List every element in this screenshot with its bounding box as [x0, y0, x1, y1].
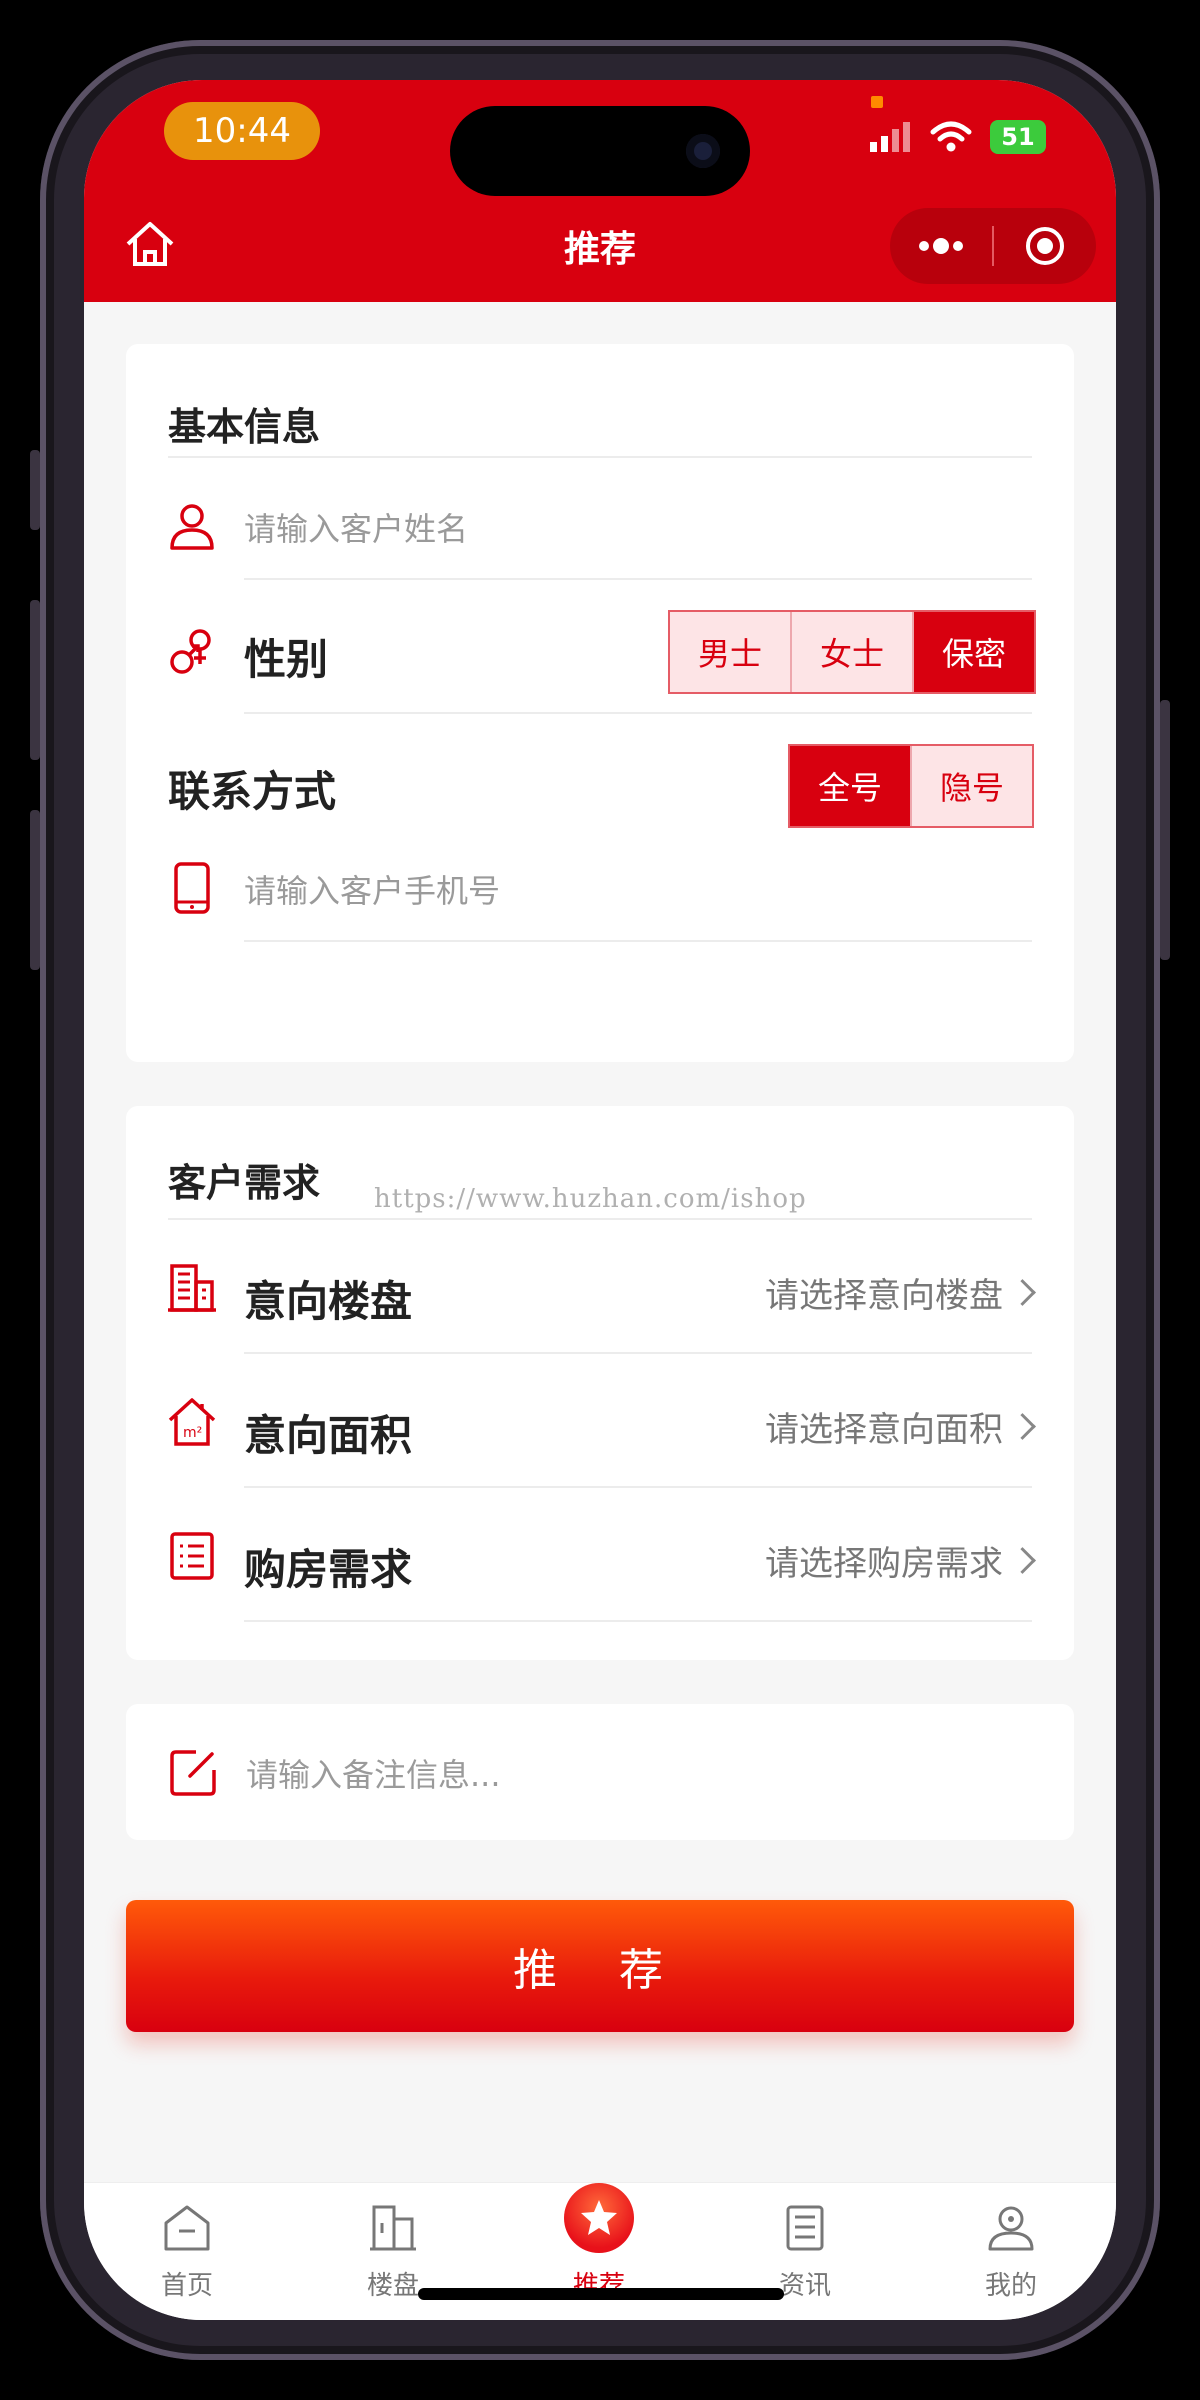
customer-phone-input[interactable]: 请输入客户手机号	[244, 866, 500, 912]
phone-divider	[244, 940, 1032, 942]
header-bar: 10:44 51 推荐	[84, 80, 1116, 302]
remark-card: 请输入备注信息...	[126, 1704, 1074, 1840]
contact-label: 联系方式	[168, 767, 337, 816]
home-tab-icon	[164, 2205, 210, 2251]
home-indicator	[418, 2288, 784, 2300]
target-close-icon	[1026, 227, 1064, 265]
purchase-need-label: 购房需求	[244, 1545, 413, 1594]
tab-mine[interactable]: 我的	[908, 2183, 1114, 2320]
customer-name-input[interactable]: 请输入客户姓名	[244, 504, 468, 550]
area-house-icon: m²	[168, 1398, 216, 1446]
remark-input[interactable]: 请输入备注信息...	[246, 1750, 501, 1796]
contact-option-hidden[interactable]: 隐号	[912, 746, 1032, 826]
app-screen: 10:44 51 推荐 基本信息 请输入客户姓名 性别 男士 女士 保密 联系方…	[84, 80, 1116, 2320]
chevron-right-icon	[1009, 1279, 1036, 1306]
contact-mode-selector: 全号 隐号	[788, 744, 1034, 828]
purchase-need-select[interactable]: 请选择购房需求	[765, 1536, 1036, 1585]
gender-label: 性别	[244, 635, 329, 684]
basic-info-title: 基本信息	[168, 405, 321, 449]
power-button	[1160, 700, 1170, 960]
volume-down-button	[30, 810, 40, 970]
target-property-select[interactable]: 请选择意向楼盘	[765, 1268, 1036, 1317]
tab-mine-label: 我的	[984, 2271, 1037, 2301]
mute-switch	[30, 450, 40, 530]
tab-home[interactable]: 首页	[84, 2183, 290, 2320]
more-dots-icon	[919, 238, 963, 254]
person-icon	[170, 504, 214, 550]
wifi-icon	[930, 121, 972, 152]
watermark-text: https://www.huzhan.com/ishop	[374, 1184, 807, 1214]
building-icon	[168, 1264, 216, 1312]
gender-selector: 男士 女士 保密	[668, 610, 1036, 694]
camera-icon	[686, 134, 720, 168]
user-tab-icon	[988, 2206, 1034, 2251]
close-miniprogram-button[interactable]	[994, 208, 1096, 284]
privacy-indicator	[871, 96, 883, 108]
title-divider	[168, 456, 1032, 458]
star-tab-icon	[564, 2183, 634, 2253]
edit-note-icon	[170, 1750, 216, 1796]
row-divider	[244, 1352, 1032, 1354]
target-property-value: 请选择意向楼盘	[765, 1276, 1003, 1316]
chevron-right-icon	[1009, 1547, 1036, 1574]
gender-option-female[interactable]: 女士	[792, 612, 914, 692]
more-button[interactable]	[890, 208, 992, 284]
row-divider	[244, 1620, 1032, 1622]
battery-icon: 51	[990, 120, 1046, 154]
chevron-right-icon	[1009, 1413, 1036, 1440]
demand-title: 客户需求	[168, 1161, 321, 1205]
row-divider	[244, 1486, 1032, 1488]
contact-option-full[interactable]: 全号	[790, 746, 912, 826]
building-tab-icon	[370, 2205, 416, 2251]
volume-up-button	[30, 600, 40, 760]
target-area-value: 请选择意向面积	[765, 1410, 1003, 1450]
gender-option-secret[interactable]: 保密	[914, 612, 1034, 692]
signal-icon	[870, 122, 910, 152]
target-property-label: 意向楼盘	[244, 1277, 413, 1326]
phone-icon	[174, 862, 210, 914]
gender-option-male[interactable]: 男士	[670, 612, 792, 692]
tab-home-label: 首页	[160, 2271, 213, 2301]
basic-info-card: 基本信息 请输入客户姓名 性别 男士 女士 保密 联系方式 全号 隐号 请输入客…	[126, 344, 1074, 1062]
target-area-label: 意向面积	[244, 1411, 413, 1460]
target-area-select[interactable]: 请选择意向面积	[765, 1402, 1036, 1451]
gender-icon	[170, 629, 211, 674]
miniprogram-capsule	[890, 208, 1096, 284]
gender-divider	[244, 712, 1032, 714]
status-time: 10:44	[164, 102, 320, 160]
status-icons: 51	[868, 120, 1046, 154]
recommend-submit-button[interactable]: 推 荐	[126, 1900, 1074, 2032]
purchase-need-value: 请选择购房需求	[765, 1544, 1003, 1584]
svg-text:m²: m²	[183, 1425, 202, 1441]
list-doc-icon	[170, 1532, 214, 1580]
name-divider	[244, 578, 1032, 580]
news-tab-icon	[786, 2205, 824, 2251]
demand-title-divider	[168, 1218, 1032, 1220]
